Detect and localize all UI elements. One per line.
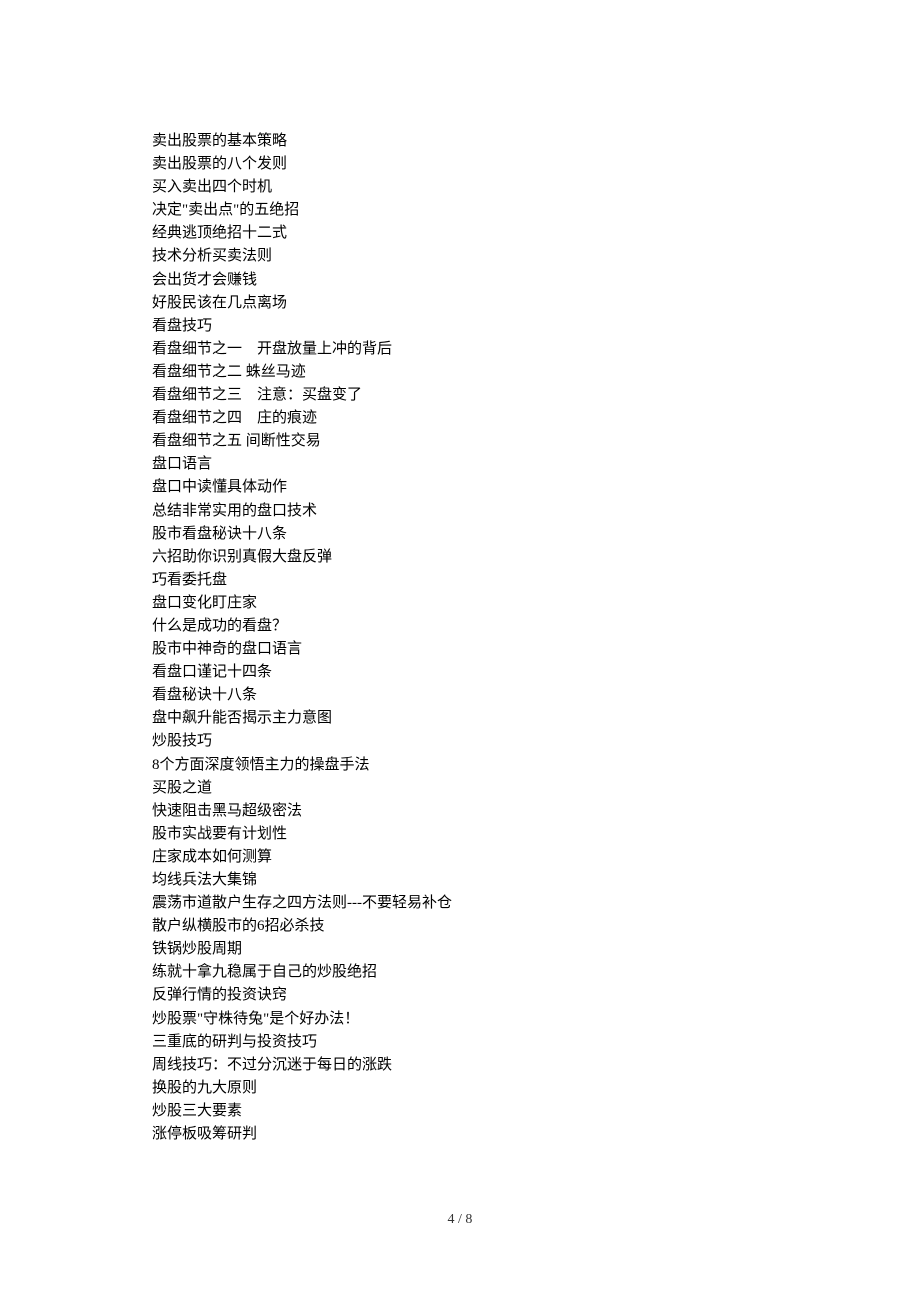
text-line: 卖出股票的八个发则 <box>152 153 800 176</box>
text-line: 技术分析买卖法则 <box>152 245 800 268</box>
text-line: 什么是成功的看盘？ <box>152 615 800 638</box>
text-line: 炒股三大要素 <box>152 1100 800 1123</box>
text-line: 看盘口谨记十四条 <box>152 661 800 684</box>
text-line: 股市中神奇的盘口语言 <box>152 638 800 661</box>
text-line: 买股之道 <box>152 777 800 800</box>
text-line: 震荡市道散户生存之四方法则---不要轻易补仓 <box>152 892 800 915</box>
text-line: 三重底的研判与投资技巧 <box>152 1031 800 1054</box>
text-line: 巧看委托盘 <box>152 569 800 592</box>
text-line: 看盘细节之一 开盘放量上冲的背后 <box>152 338 800 361</box>
text-line: 涨停板吸筹研判 <box>152 1123 800 1146</box>
text-line: 炒股票"守株待兔"是个好办法！ <box>152 1008 800 1031</box>
text-line: 股市看盘秘诀十八条 <box>152 523 800 546</box>
text-line: 换股的九大原则 <box>152 1077 800 1100</box>
text-line: 铁锅炒股周期 <box>152 938 800 961</box>
text-line: 练就十拿九稳属于自己的炒股绝招 <box>152 961 800 984</box>
text-line: 看盘细节之二 蛛丝马迹 <box>152 361 800 384</box>
text-line: 好股民该在几点离场 <box>152 292 800 315</box>
text-line: 看盘细节之四 庄的痕迹 <box>152 407 800 430</box>
content-lines: 卖出股票的基本策略卖出股票的八个发则买入卖出四个时机决定"卖出点"的五绝招经典逃… <box>152 130 800 1146</box>
text-line: 盘中飙升能否揭示主力意图 <box>152 707 800 730</box>
text-line: 反弹行情的投资诀窍 <box>152 984 800 1007</box>
text-line: 会出货才会赚钱 <box>152 269 800 292</box>
text-line: 六招助你识别真假大盘反弹 <box>152 546 800 569</box>
document-page: 卖出股票的基本策略卖出股票的八个发则买入卖出四个时机决定"卖出点"的五绝招经典逃… <box>0 0 920 1302</box>
text-line: 看盘技巧 <box>152 315 800 338</box>
text-line: 股市实战要有计划性 <box>152 823 800 846</box>
text-line: 决定"卖出点"的五绝招 <box>152 199 800 222</box>
text-line: 看盘细节之三 注意：买盘变了 <box>152 384 800 407</box>
text-line: 散户纵横股市的6招必杀技 <box>152 915 800 938</box>
text-line: 盘口变化盯庄家 <box>152 592 800 615</box>
text-line: 看盘秘诀十八条 <box>152 684 800 707</box>
text-line: 8个方面深度领悟主力的操盘手法 <box>152 754 800 777</box>
text-line: 炒股技巧 <box>152 730 800 753</box>
text-line: 看盘细节之五 间断性交易 <box>152 430 800 453</box>
text-line: 均线兵法大集锦 <box>152 869 800 892</box>
text-line: 经典逃顶绝招十二式 <box>152 222 800 245</box>
text-line: 周线技巧：不过分沉迷于每日的涨跌 <box>152 1054 800 1077</box>
page-number: 4 / 8 <box>0 1212 920 1228</box>
text-line: 买入卖出四个时机 <box>152 176 800 199</box>
text-line: 盘口中读懂具体动作 <box>152 476 800 499</box>
text-line: 盘口语言 <box>152 453 800 476</box>
text-line: 总结非常实用的盘口技术 <box>152 500 800 523</box>
text-line: 卖出股票的基本策略 <box>152 130 800 153</box>
text-line: 快速阻击黑马超级密法 <box>152 800 800 823</box>
text-line: 庄家成本如何测算 <box>152 846 800 869</box>
